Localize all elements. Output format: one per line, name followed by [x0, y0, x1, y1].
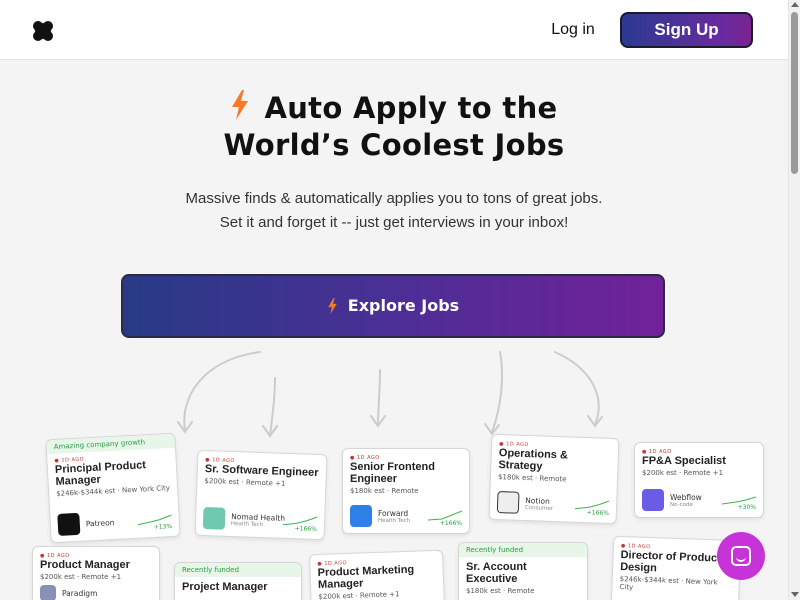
job-card[interactable]: Recently funded Project Manager	[174, 562, 302, 600]
page-scrollbar[interactable]	[788, 0, 800, 600]
card-growth: +166%	[439, 520, 462, 527]
login-link[interactable]: Log in	[538, 19, 608, 41]
card-title: Senior Frontend Engineer	[350, 461, 435, 485]
card-growth: +13%	[153, 522, 173, 531]
card-title: Sr. Software Engineer	[204, 463, 319, 479]
explore-jobs-button[interactable]: Explore Jobs	[121, 274, 665, 338]
card-meta: $180k est · Remote	[466, 587, 535, 595]
growth-chart-icon: +166%	[574, 496, 610, 517]
card-band: Recently funded	[175, 563, 301, 577]
patreon-logo-icon	[57, 512, 81, 536]
hero-subtitle-line-1: Massive finds & automatically applies yo…	[185, 190, 603, 207]
hero-title-line-1: Auto Apply to the	[0, 90, 788, 127]
card-growth: +166%	[586, 509, 609, 517]
scrollbar-thumb[interactable]	[791, 12, 798, 174]
card-company-sub: Consumer	[524, 504, 554, 512]
job-card[interactable]: ● 1D AGO Product Marketing Manager $200k…	[308, 549, 446, 600]
notion-logo-icon	[496, 491, 520, 514]
growth-chart-icon: +166%	[427, 507, 463, 527]
card-meta: $180k est · Remote	[497, 473, 567, 484]
growth-chart-icon: +166%	[282, 512, 318, 533]
job-card[interactable]: ● 1D AGO FP&A Specialist $200k est · Rem…	[634, 442, 764, 518]
job-card[interactable]: ● 1D AGO Senior Frontend Engineer $180k …	[342, 448, 470, 534]
card-title: FP&A Specialist	[642, 455, 726, 467]
card-company: Webflow	[670, 492, 702, 502]
scroll-down-arrow-icon[interactable]	[791, 592, 799, 597]
card-company: Paradigm	[62, 588, 98, 598]
job-card[interactable]: Recently funded Sr. Account Executive $1…	[458, 542, 588, 600]
hero-heading: Auto Apply to the World’s Coolest Jobs	[0, 90, 788, 164]
chat-bubble-icon	[731, 546, 751, 566]
growth-chart-icon: +30%	[721, 491, 757, 511]
explore-jobs-label: Explore Jobs	[347, 296, 460, 315]
card-company: Patreon	[85, 517, 115, 528]
decorative-arrows	[177, 351, 603, 438]
card-company-sub: Health Tech	[378, 517, 411, 524]
webflow-logo-icon	[642, 489, 664, 511]
nomad-health-logo-icon	[202, 507, 226, 530]
top-nav-bar: Log in Sign Up	[0, 0, 788, 60]
chat-launcher-button[interactable]	[717, 532, 765, 580]
card-band: Amazing company growth	[46, 433, 175, 455]
card-company-sub: No-code	[670, 501, 693, 508]
card-title: Product Marketing Manager	[317, 563, 415, 592]
card-title: Principal Product Manager	[54, 459, 147, 488]
card-growth: +30%	[737, 504, 756, 511]
card-growth: +166%	[294, 525, 317, 533]
hero-title-line-2: World’s Coolest Jobs	[223, 128, 565, 162]
card-title: Operations & Strategy	[498, 447, 569, 473]
hero-subtitle-line-2: Set it and forget it -- just get intervi…	[219, 214, 569, 231]
hero-subtitle: Massive finds & automatically applies yo…	[0, 187, 788, 235]
scroll-up-arrow-icon[interactable]	[791, 2, 799, 7]
card-title: Sr. Account Executive	[466, 561, 527, 585]
card-band: Recently funded	[459, 543, 587, 557]
card-company: Forward	[378, 508, 409, 518]
job-card[interactable]: Amazing company growth ● 1D AGO Principa…	[45, 432, 181, 544]
card-company: Notion	[525, 495, 550, 506]
card-meta: $180k est · Remote	[350, 487, 419, 495]
card-title: Product Manager	[40, 559, 130, 571]
card-meta: $200k est · Remote +1	[204, 477, 286, 488]
job-card[interactable]: ● 1D AGO Product Manager $200k est · Rem…	[32, 546, 160, 600]
job-card[interactable]: ● 1D AGO Sr. Software Engineer $200k est…	[194, 449, 328, 541]
signup-button[interactable]: Sign Up	[620, 12, 753, 48]
card-meta: $200k est · Remote +1	[318, 590, 400, 600]
card-meta: $200k est · Remote +1	[40, 573, 122, 581]
hero-title-text-1: Auto Apply to the	[264, 91, 558, 125]
paradigm-logo-icon	[40, 585, 56, 600]
card-title: Director of Product Design	[619, 549, 721, 575]
card-meta: $200k est · Remote +1	[642, 469, 724, 477]
brand-logo-icon[interactable]	[31, 19, 55, 43]
growth-chart-icon: +13%	[137, 510, 173, 531]
card-meta: $246k-$344k est · New York City	[619, 575, 718, 592]
card-title: Project Manager	[182, 581, 268, 593]
lightning-bolt-icon	[232, 90, 249, 120]
job-card[interactable]: ● 1D AGO Operations & Strategy $180k est…	[488, 433, 620, 525]
lightning-bolt-icon	[328, 298, 337, 314]
forward-logo-icon	[350, 505, 372, 527]
